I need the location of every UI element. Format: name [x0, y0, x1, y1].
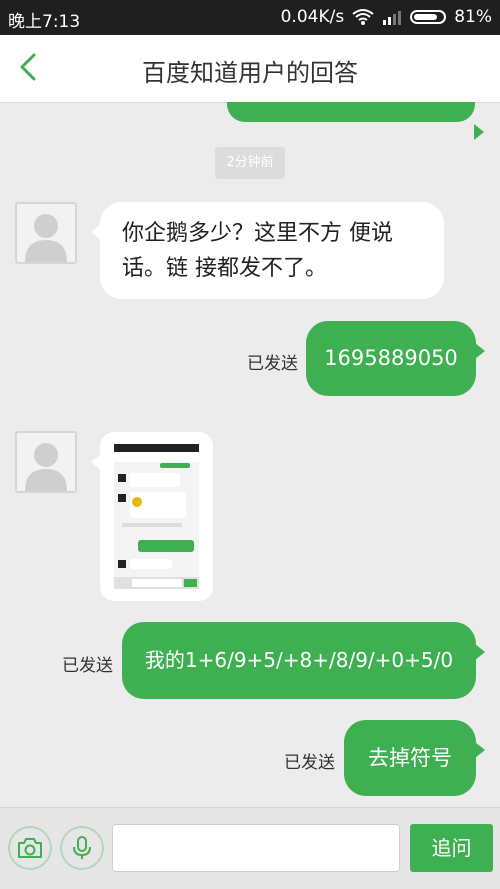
- avatar[interactable]: [15, 202, 77, 264]
- user-avatar-icon: [25, 214, 67, 262]
- screenshot-thumbnail-image[interactable]: [114, 444, 199, 589]
- status-time: 晚上7:13: [8, 12, 81, 32]
- status-indicators: 0.04K/s 81%: [281, 7, 492, 27]
- header: 百度知道用户的回答: [0, 35, 500, 103]
- ask-button[interactable]: 追问: [410, 824, 493, 872]
- wifi-icon: [352, 9, 374, 25]
- timestamp-badge: 2分钟前: [215, 147, 285, 179]
- camera-icon: [18, 838, 42, 858]
- sent-status: 已发送: [247, 354, 298, 374]
- sent-status: 已发送: [284, 753, 335, 773]
- message-text: 去掉符号: [368, 746, 452, 770]
- microphone-icon: [73, 836, 91, 859]
- voice-button[interactable]: [60, 826, 104, 870]
- page-title: 百度知道用户的回答: [142, 59, 358, 87]
- previous-message-bubble: [227, 102, 484, 140]
- battery-percent: 81%: [454, 7, 492, 27]
- input-bar: 追问: [0, 807, 500, 889]
- sent-status: 已发送: [62, 656, 113, 676]
- camera-button[interactable]: [8, 826, 52, 870]
- message-bubble[interactable]: 你企鹅多少？这里不方 便说话。链 接都发不了。: [91, 202, 444, 299]
- message-input[interactable]: [112, 824, 400, 872]
- user-avatar-icon: [25, 443, 67, 491]
- message-bubble[interactable]: 1695889050: [306, 321, 485, 396]
- message-text: 你企鹅多少？这里不方 便说话。链 接都发不了。: [122, 221, 393, 281]
- avatar[interactable]: [15, 431, 77, 493]
- message-bubble[interactable]: 去掉符号: [344, 720, 485, 796]
- signal-icon: [383, 11, 402, 25]
- message-text: 1695889050: [324, 346, 458, 370]
- battery-icon: [410, 10, 447, 24]
- status-bar: 晚上7:13 0.04K/s 81%: [0, 0, 500, 35]
- message-bubble[interactable]: 我的1+6/9+5/+8+/8/9/+0+5/0: [122, 622, 485, 699]
- network-speed: 0.04K/s: [280, 7, 345, 27]
- message-text: 我的1+6/9+5/+8+/8/9/+0+5/0: [144, 648, 454, 672]
- image-message-bubble[interactable]: [91, 432, 213, 601]
